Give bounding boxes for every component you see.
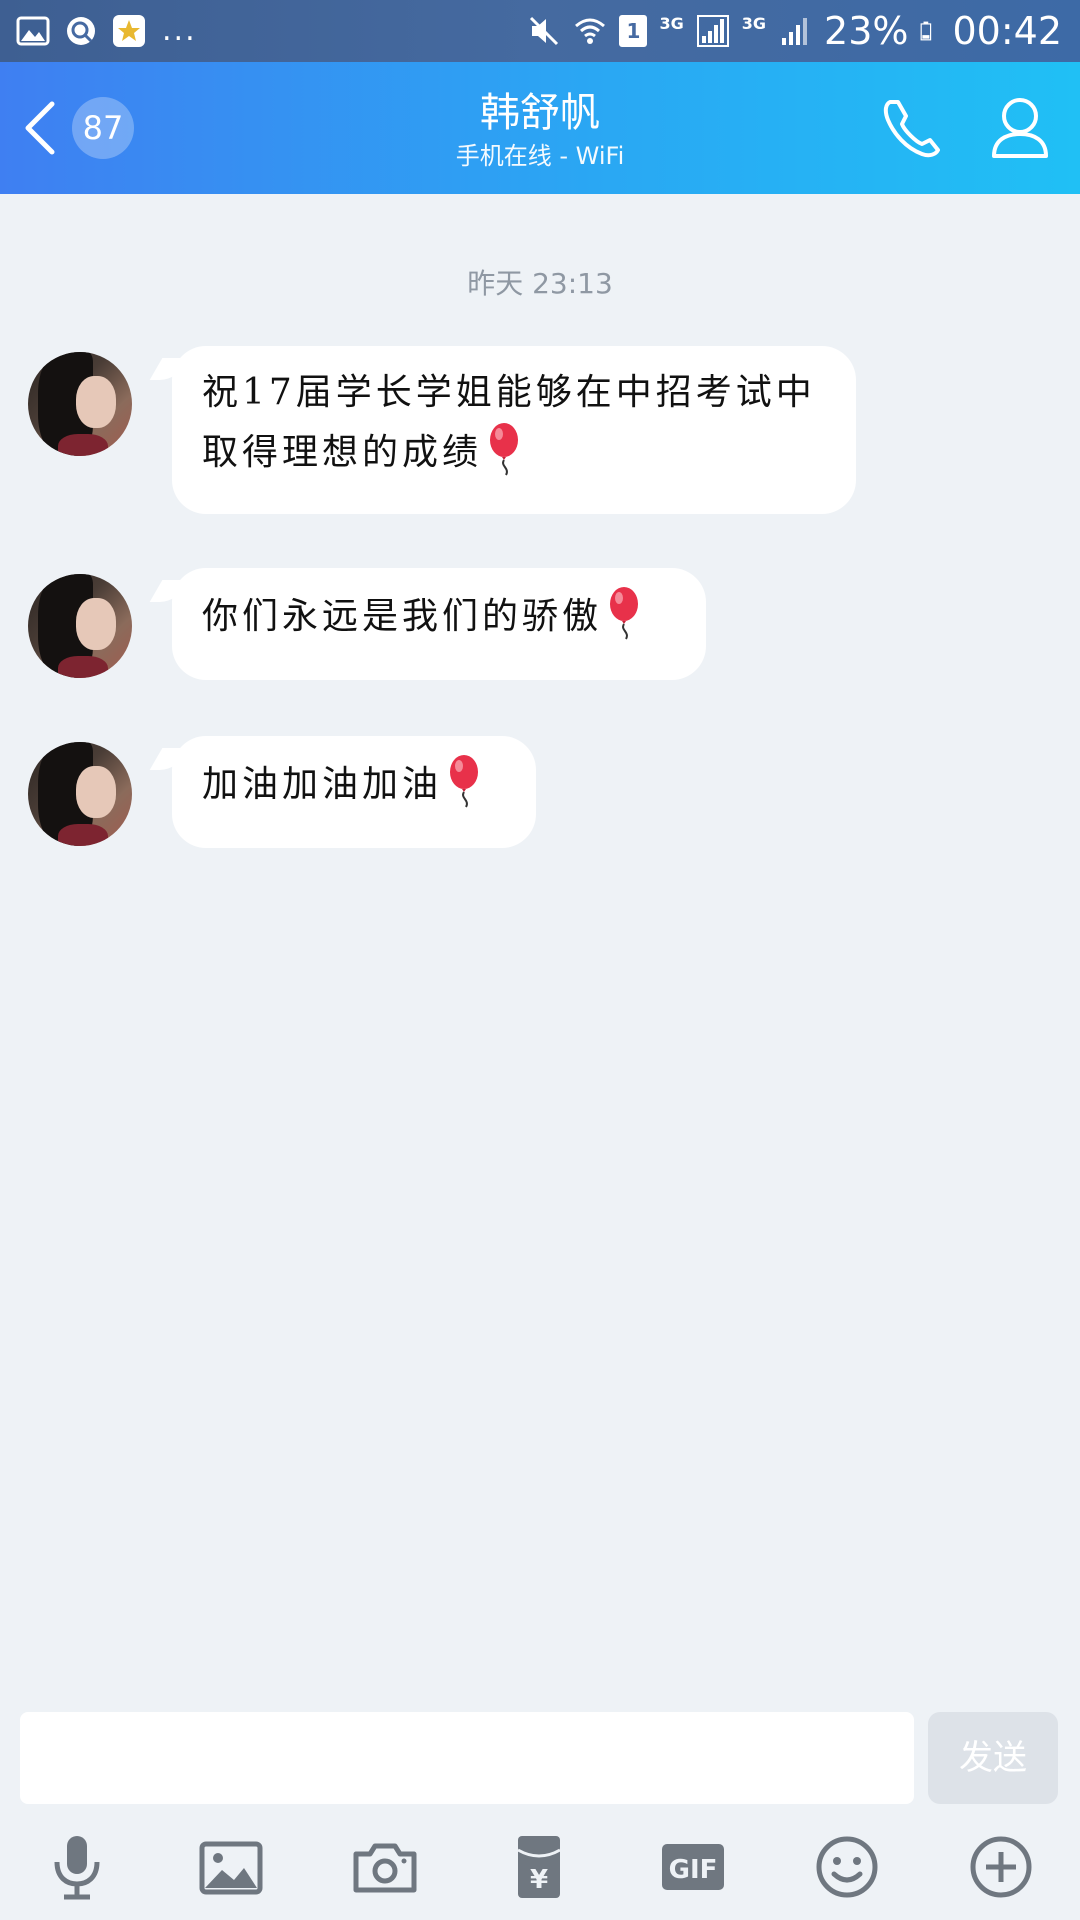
sim-badge: 1 <box>619 15 648 47</box>
avatar-face <box>76 376 116 428</box>
more-button[interactable] <box>966 1832 1036 1902</box>
battery-percent: 23% <box>824 9 909 53</box>
star-notification-icon <box>113 15 145 47</box>
unread-count-badge: 87 <box>72 97 134 159</box>
network-type-1: 3G <box>659 14 684 33</box>
send-button[interactable]: 发送 <box>928 1712 1058 1804</box>
voice-button[interactable] <box>42 1832 112 1902</box>
call-button[interactable] <box>876 92 956 164</box>
chat-header: 87 韩舒帆 手机在线 - WiFi <box>0 62 1080 194</box>
avatar[interactable] <box>28 742 132 846</box>
avatar[interactable] <box>28 352 132 456</box>
system-icons: 1 3G 3G 23% 00:42 <box>527 10 1062 52</box>
emoji-button[interactable] <box>812 1832 882 1902</box>
message-text-line: 祝17届学长学姐能够在中招考试中 <box>202 372 816 413</box>
title-block: 韩舒帆 手机在线 - WiFi <box>240 90 840 172</box>
message-bubble[interactable]: 祝17届学长学姐能够在中招考试中 取得理想的成绩 <box>172 346 856 514</box>
red-packet-icon: ¥ <box>517 1836 561 1898</box>
message-text: 加油加油加油 <box>202 764 443 805</box>
gif-button[interactable]: GIF <box>658 1832 728 1902</box>
status-bar: ... 1 3G 3G 23% 00:42 <box>0 0 1080 62</box>
message-text-line: 取得理想的成绩 <box>202 422 826 482</box>
online-status: 手机在线 - WiFi <box>455 142 625 170</box>
avatar-collar <box>58 656 108 678</box>
yuan-symbol: ¥ <box>530 1865 548 1895</box>
gif-icon: GIF <box>662 1844 724 1890</box>
balloon-emoji-icon <box>610 587 639 640</box>
message-bubble[interactable]: 加油加油加油 <box>172 736 536 848</box>
mute-icon <box>530 16 559 46</box>
wifi-icon <box>575 18 606 44</box>
avatar-face <box>76 766 116 818</box>
emoji-icon <box>816 1836 878 1898</box>
more-notifications-text: ... <box>162 13 197 48</box>
plus-icon <box>970 1836 1032 1898</box>
user-icon <box>992 98 1048 158</box>
network-type-2: 3G <box>741 14 767 33</box>
profile-button[interactable] <box>980 92 1060 164</box>
signal-icon-1 <box>696 15 729 47</box>
message-text: 取得理想的成绩 <box>202 432 483 473</box>
phone-icon <box>883 100 940 158</box>
signal-icon-2 <box>782 18 808 45</box>
contact-name: 韩舒帆 <box>480 90 600 136</box>
clock: 00:42 <box>952 9 1062 53</box>
battery-icon <box>921 21 932 41</box>
gallery-notification-icon <box>16 16 50 46</box>
avatar-collar <box>58 824 108 846</box>
camera-icon <box>353 1843 417 1893</box>
notification-icons: ... <box>16 14 197 48</box>
mic-icon <box>54 1836 100 1900</box>
image-button[interactable] <box>196 1832 266 1902</box>
message-text: 你们永远是我们的骄傲 <box>202 596 603 637</box>
red-packet-button[interactable]: ¥ <box>504 1832 574 1902</box>
message-timestamp: 昨天 23:13 <box>467 267 613 300</box>
camera-button[interactable] <box>350 1832 420 1902</box>
image-icon <box>199 1841 263 1895</box>
gif-label: GIF <box>669 1855 718 1885</box>
avatar-collar <box>58 434 108 456</box>
message-bubble[interactable]: 你们永远是我们的骄傲 <box>172 568 706 680</box>
message-input[interactable] <box>20 1712 914 1804</box>
avatar[interactable] <box>28 574 132 678</box>
avatar-face <box>76 598 116 650</box>
chevron-left-icon <box>25 101 55 155</box>
input-toolbar: ¥ GIF <box>0 1832 1080 1902</box>
balloon-emoji-icon <box>490 423 519 476</box>
search-notification-icon <box>67 17 95 45</box>
balloon-emoji-icon <box>450 755 479 808</box>
back-button[interactable]: 87 <box>20 92 134 164</box>
